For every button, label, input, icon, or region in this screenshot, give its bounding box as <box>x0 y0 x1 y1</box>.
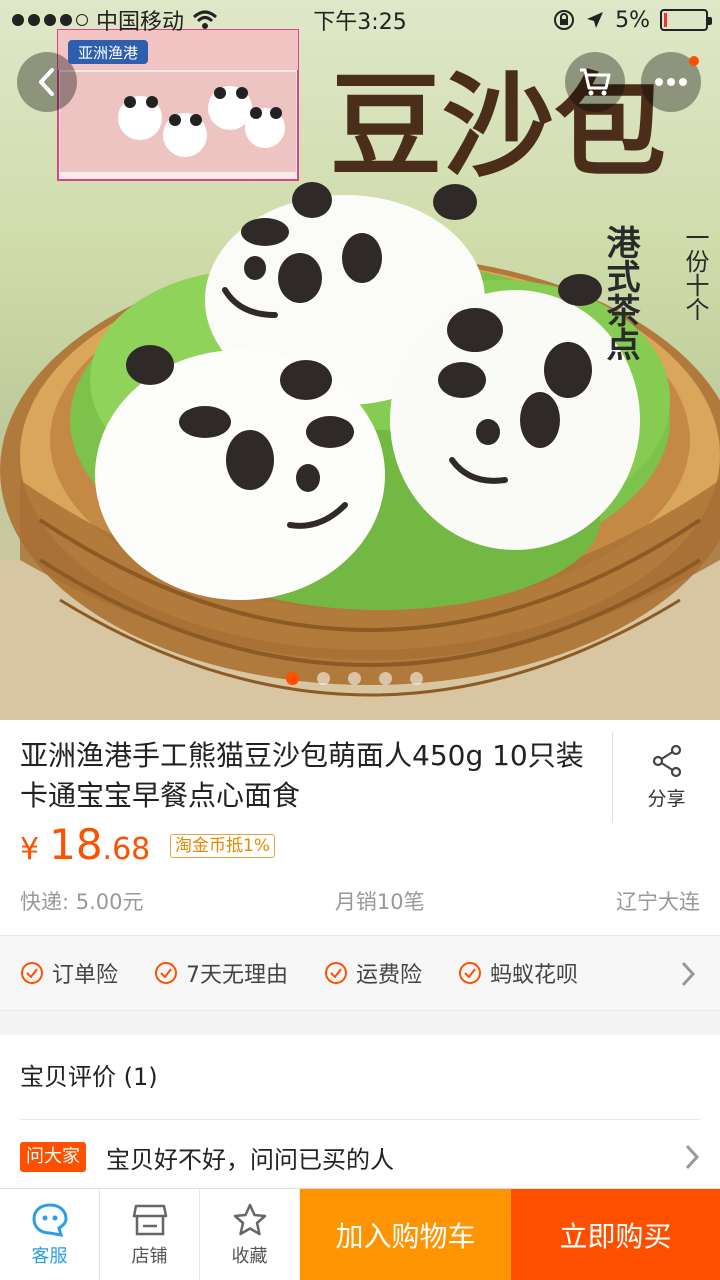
add-to-cart-button[interactable]: 加入购物车 <box>300 1189 511 1280</box>
pager-dot <box>378 672 392 685</box>
cart-icon <box>580 68 611 96</box>
chevron-right-icon <box>681 961 696 987</box>
location-arrow-icon <box>587 12 604 28</box>
ask-community-row[interactable]: 问大家 宝贝好不好，问问已买的人 <box>20 1127 700 1187</box>
chevron-left-icon <box>39 68 54 96</box>
service-guarantees[interactable]: 订单险 7天无理由 运费险 蚂蚁花呗 <box>0 935 720 1011</box>
check-circle-icon <box>155 962 178 984</box>
product-info: 亚洲渔港手工熊猫豆沙包萌面人450g 10只装卡通宝宝早餐点心面食 分享 ¥ 1… <box>0 720 720 935</box>
guarantee-label: 运费险 <box>356 963 423 988</box>
ask-text: 宝贝好不好，问问已买的人 <box>106 1145 394 1174</box>
pager-dot <box>347 672 361 685</box>
guarantee-label: 7天无理由 <box>186 963 289 988</box>
battery-icon <box>660 9 712 31</box>
ship-from-location: 辽宁大连 <box>616 890 700 914</box>
price: ¥ 18 .68 <box>20 820 150 869</box>
divider <box>20 1119 700 1120</box>
status-bar: 中国移动 下午3:25 5% <box>0 0 720 40</box>
guarantee-item: 订单险 <box>20 957 118 989</box>
buy-now-button[interactable]: 立即购买 <box>511 1189 720 1280</box>
notification-dot <box>689 56 699 66</box>
price-integer: 18 <box>49 820 103 869</box>
chevron-right-icon <box>685 1144 700 1170</box>
price-decimal: .68 <box>102 832 151 867</box>
reviews-section: 宝贝评价 (1) 问大家 宝贝好不好，问问已买的人 <box>0 1035 720 1190</box>
product-photo: 亚洲渔港 豆沙包 港式茶点 一份十个 <box>0 29 720 720</box>
product-title: 亚洲渔港手工熊猫豆沙包萌面人450g 10只装卡通宝宝早餐点心面食 <box>20 739 584 812</box>
shipping-fee: 快递: 5.00元 <box>20 890 144 914</box>
pager-dot <box>409 672 423 685</box>
monthly-sales: 月销10笔 <box>334 890 425 914</box>
signal-icon <box>12 14 88 26</box>
ask-badge: 问大家 <box>20 1142 86 1172</box>
guarantee-label: 蚂蚁花呗 <box>490 963 579 988</box>
star-icon <box>233 1203 266 1236</box>
battery-percent: 5% <box>615 7 650 33</box>
carrier-name: 中国移动 <box>96 10 185 35</box>
check-circle-icon <box>325 962 348 984</box>
pager-dot <box>285 672 299 685</box>
tab-label: 收藏 <box>231 1246 268 1267</box>
hero-vertical-text-2: 一份十个 <box>681 225 709 321</box>
guarantee-item: 运费险 <box>324 957 422 989</box>
more-button[interactable] <box>641 52 701 112</box>
more-dots-icon <box>655 78 687 86</box>
check-circle-icon <box>459 962 482 984</box>
store-icon <box>132 1204 167 1236</box>
tab-label: 店铺 <box>131 1246 168 1267</box>
carousel-pager <box>0 672 714 685</box>
share-button[interactable]: 分享 <box>612 732 720 822</box>
share-label: 分享 <box>647 787 686 810</box>
pager-dot <box>316 672 330 685</box>
guarantee-label: 订单险 <box>52 963 119 988</box>
chat-bubble-icon <box>31 1203 68 1237</box>
guarantee-item: 蚂蚁花呗 <box>458 957 578 989</box>
reviews-title[interactable]: 宝贝评价 (1) <box>20 1057 158 1092</box>
check-circle-icon <box>21 962 43 984</box>
meta-row: 快递: 5.00元 月销10笔 辽宁大连 <box>20 886 700 916</box>
product-image-carousel[interactable]: 亚洲渔港 豆沙包 港式茶点 一份十个 中国移动 下午3:25 5% <box>0 0 720 720</box>
hero-vertical-text-1: 港式茶点 <box>600 225 640 361</box>
price-currency: ¥ <box>20 832 40 867</box>
wifi-icon <box>193 10 218 29</box>
favorite-tab[interactable]: 收藏 <box>200 1189 300 1280</box>
back-button[interactable] <box>17 52 77 112</box>
bottom-action-bar: 客服 店铺 收藏 加入购物车 立即购买 <box>0 1188 720 1280</box>
tab-label: 客服 <box>31 1246 68 1267</box>
customer-service-tab[interactable]: 客服 <box>0 1189 100 1280</box>
cart-button[interactable] <box>565 52 625 112</box>
rotation-lock-icon <box>554 10 575 30</box>
shop-tab[interactable]: 店铺 <box>100 1189 200 1280</box>
box-brand-text: 亚洲渔港 <box>78 44 138 62</box>
guarantee-item: 7天无理由 <box>154 957 288 989</box>
share-icon <box>652 744 681 777</box>
coin-discount-badge: 淘金币抵1% <box>170 834 275 858</box>
